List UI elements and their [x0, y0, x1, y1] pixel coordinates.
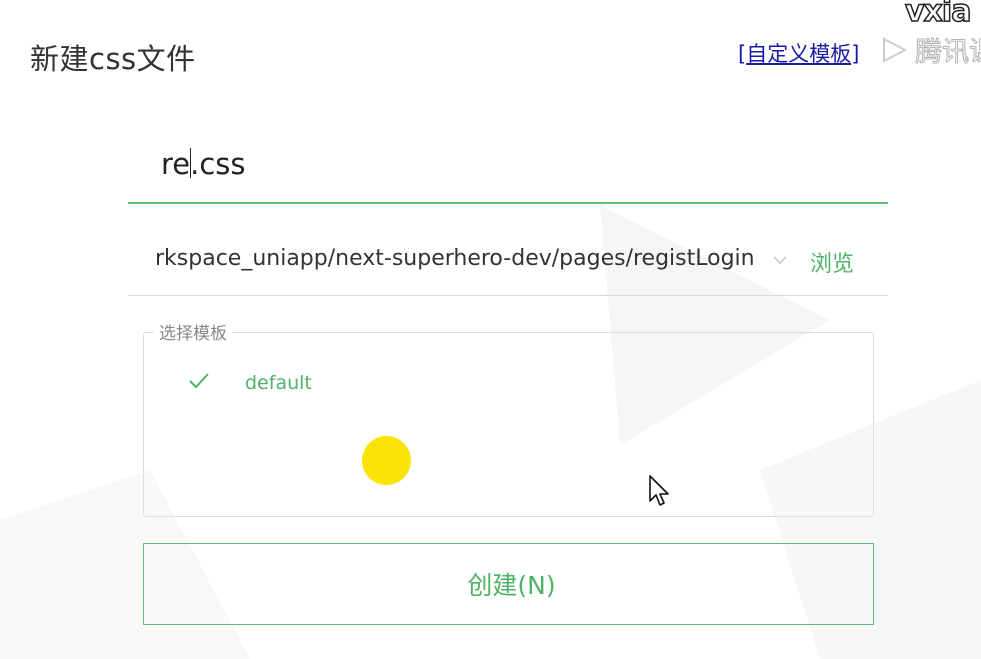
check-icon	[189, 373, 209, 389]
click-highlight	[362, 436, 411, 485]
template-item-label: default	[245, 372, 312, 394]
filename-value[interactable]: re.css	[161, 147, 246, 181]
template-selector: 选择模板 default	[143, 319, 874, 517]
filename-value-suffix: .css	[190, 147, 246, 181]
filename-input[interactable]: re.css	[128, 130, 888, 204]
play-logo-icon	[883, 36, 908, 63]
watermark-brand-text: 腾讯课	[915, 37, 981, 69]
browse-button[interactable]: 浏览	[810, 246, 854, 278]
template-legend: 选择模板	[154, 319, 232, 344]
create-button-label: 创建(N)	[467, 571, 556, 600]
template-item-default[interactable]: default	[188, 369, 388, 399]
link-bracket-close: ]	[851, 42, 860, 66]
path-value[interactable]: rkspace_uniapp/next-superhero-dev/pages/…	[155, 246, 755, 271]
watermark-top-text: vxia	[904, 0, 972, 30]
create-button[interactable]: 创建(N)	[143, 543, 874, 625]
filename-value-prefix: re	[161, 147, 191, 181]
chevron-down-icon[interactable]	[771, 252, 789, 268]
path-input[interactable]: rkspace_uniapp/next-superhero-dev/pages/…	[128, 226, 888, 296]
watermark-brand: 腾讯课	[880, 30, 981, 74]
mouse-pointer-icon	[649, 475, 669, 506]
custom-template-link-label[interactable]: 自定义模板	[746, 42, 851, 66]
watermark-vx: vxia	[904, 0, 972, 30]
link-bracket-open: [	[738, 42, 747, 66]
dialog-title: 新建css文件	[30, 42, 196, 76]
custom-template-link[interactable]: [自定义模板]	[738, 38, 859, 68]
